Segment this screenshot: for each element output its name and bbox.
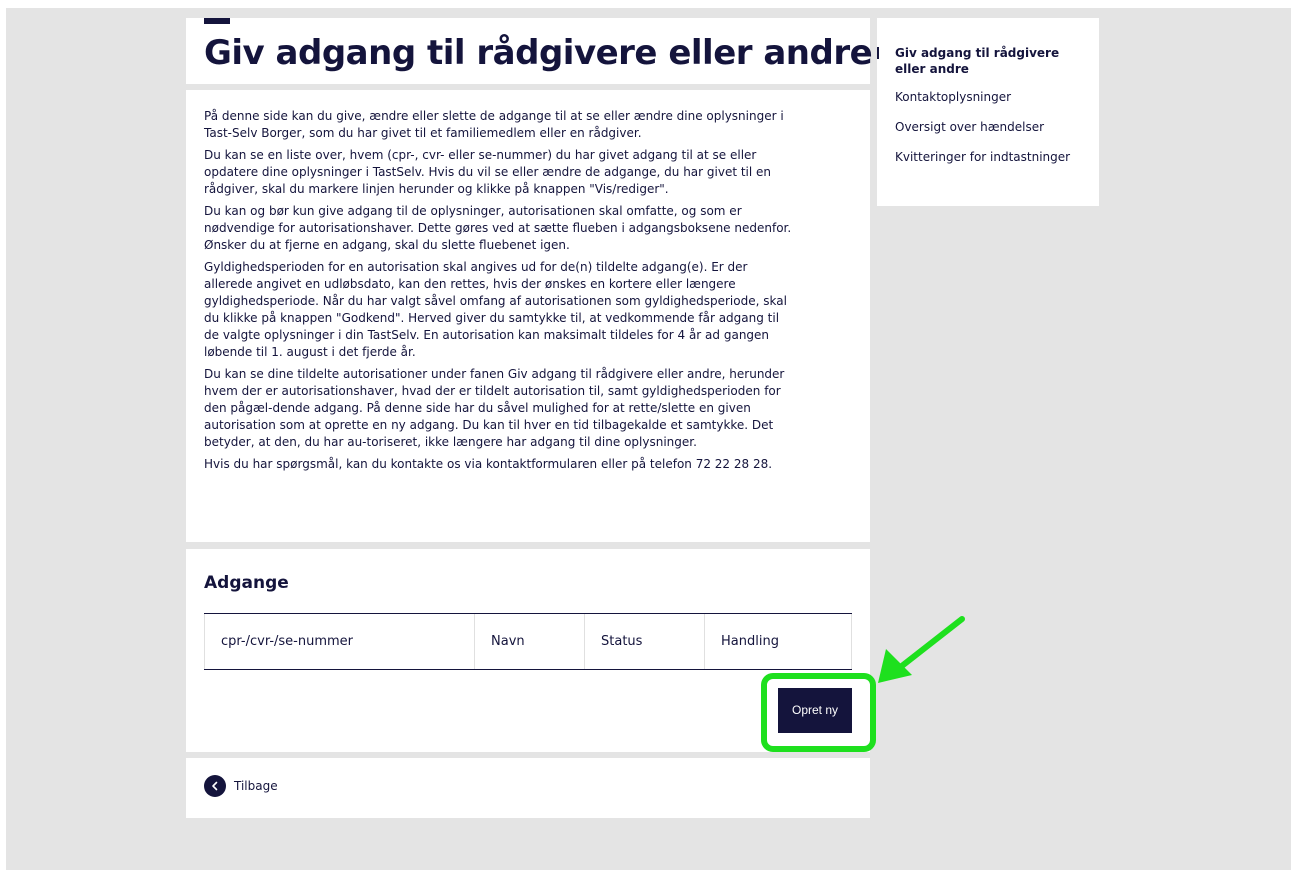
column-header-status[interactable]: Status <box>584 614 704 669</box>
chevron-left-icon <box>204 775 226 797</box>
nav-item-give-access[interactable]: Giv adgang til rådgivere eller andre <box>877 45 1087 77</box>
intro-paragraph: På denne side kan du give, ændre eller s… <box>204 109 784 140</box>
column-header-action[interactable]: Handling <box>704 614 852 669</box>
intro-paragraph: Du kan og bør kun give adgang til de opl… <box>204 204 792 252</box>
column-header-cpr[interactable]: cpr-/cvr-/se-nummer <box>204 614 474 669</box>
nav-item-receipts[interactable]: Kvitteringer for indtastninger <box>877 149 1087 165</box>
intro-paragraph: Du kan se en liste over, hvem (cpr-, cvr… <box>204 148 772 196</box>
title-card: Giv adgang til rådgivere eller andre <box>186 18 873 84</box>
access-heading: Adgange <box>204 573 289 593</box>
page-title: Giv adgang til rådgivere eller andre <box>204 33 873 73</box>
nav-item-events-overview[interactable]: Oversigt over hændelser <box>877 119 1087 135</box>
intro-text-card: På denne side kan du give, ændre eller s… <box>186 90 870 542</box>
intro-paragraph: Hvis du har spørgsmål, kan du kontakte o… <box>204 457 773 471</box>
back-card: Tilbage <box>186 758 870 818</box>
intro-paragraph: Du kan se dine tildelte autorisationer u… <box>204 367 785 449</box>
back-button[interactable]: Tilbage <box>204 775 278 797</box>
intro-paragraph: Gyldighedsperioden for en autorisation s… <box>204 260 787 359</box>
column-header-name[interactable]: Navn <box>474 614 584 669</box>
create-new-button[interactable]: Opret ny <box>778 688 852 733</box>
access-table-header: cpr-/cvr-/se-nummer Navn Status Handling <box>204 613 852 670</box>
nav-item-contact-info[interactable]: Kontaktoplysninger <box>877 89 1087 105</box>
title-accent-bar <box>204 18 230 24</box>
side-navigation: Giv adgang til rådgivere eller andre Kon… <box>877 18 1099 206</box>
active-nav-indicator <box>877 47 879 59</box>
back-label: Tilbage <box>234 779 278 793</box>
